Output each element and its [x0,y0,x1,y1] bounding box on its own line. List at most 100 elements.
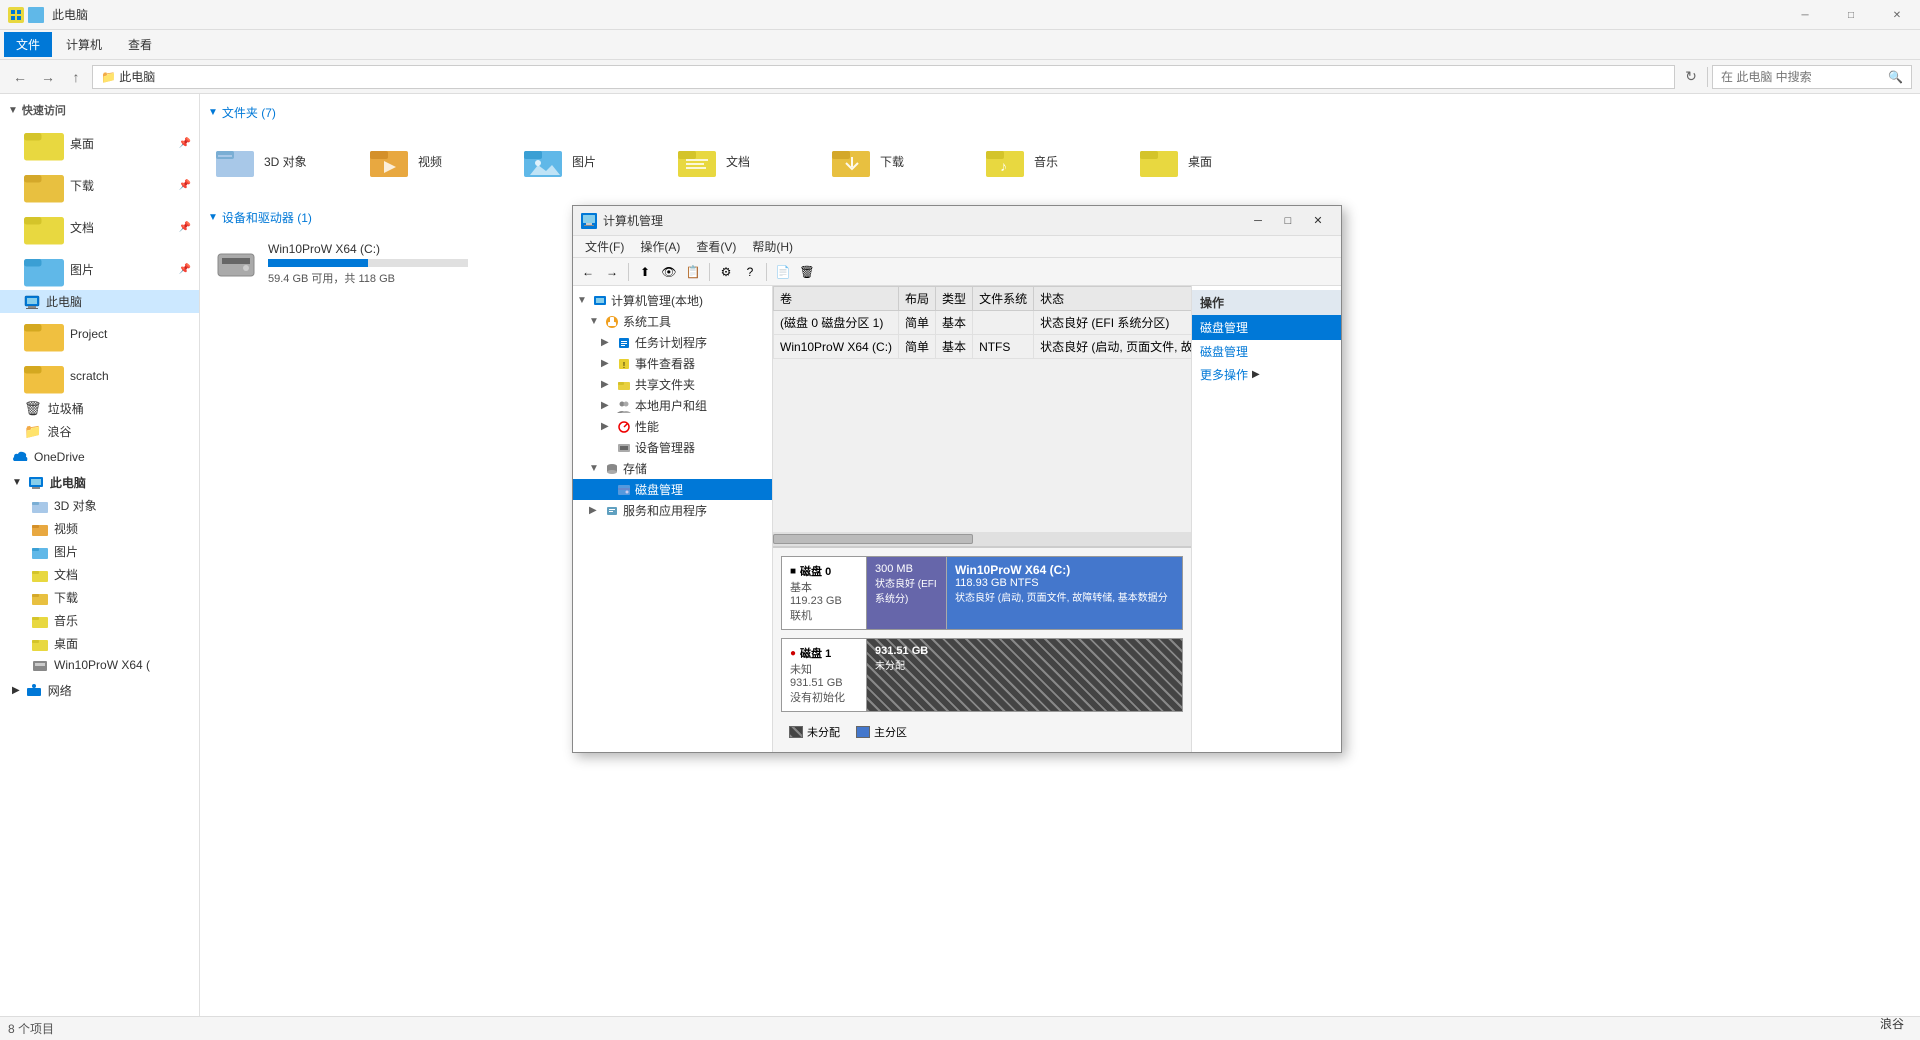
folder-downloads[interactable]: 下载 [824,131,974,191]
search-box[interactable]: 🔍 [1712,65,1912,89]
ribbon-tab-view[interactable]: 查看 [116,32,164,57]
disk-1-unalloc[interactable]: 931.51 GB 未分配 [867,639,1182,711]
cm-tree-task-scheduler[interactable]: ▶ 任务计划程序 [573,332,772,353]
sidebar-item-onedrive[interactable]: OneDrive [0,447,199,467]
ribbon: 文件 计算机 查看 [0,30,1920,60]
sidebar-item-3d-objects[interactable]: 3D 对象 [0,494,199,517]
row-layout: 简单 [899,335,936,359]
sidebar-quick-access-header[interactable]: ▼ 快速访问 [0,98,199,122]
row-layout: 简单 [899,311,936,335]
cm-action-more[interactable]: 更多操作 ▶ [1192,363,1341,386]
ribbon-tab-file[interactable]: 文件 [4,32,52,57]
back-button[interactable]: ← [8,65,32,89]
disk-0-efi-part[interactable]: 300 MB 状态良好 (EFI 系统分) [867,557,947,629]
sidebar-item-documents[interactable]: 文档 📌 [0,206,199,248]
sidebar-item-music[interactable]: 音乐 [0,609,199,632]
row-vol: Win10ProW X64 (C:) [774,335,899,359]
folders-section-header[interactable]: ▼ 文件夹 (7) [208,102,1912,123]
folder-music-icon: ♪ [986,143,1026,179]
cm-scroll-thumb[interactable] [773,534,973,544]
cm-close-btn[interactable]: ✕ [1303,206,1333,236]
sidebar-item-desktop[interactable]: 桌面 📌 [0,122,199,164]
cm-tool-show[interactable]: 👁 [658,261,680,283]
search-icon[interactable]: 🔍 [1888,70,1903,84]
cm-tree-device-manager[interactable]: 设备管理器 [573,437,772,458]
sidebar-item-thispc[interactable]: 此电脑 [0,290,199,313]
col-vol: 卷 [774,287,899,311]
cm-menu-help[interactable]: 帮助(H) [744,236,801,257]
cm-menu-action[interactable]: 操作(A) [632,236,688,257]
cm-tree-services[interactable]: ▶ 服务和应用程序 [573,500,772,521]
cm-controls: ─ □ ✕ [1243,206,1333,236]
forward-button[interactable]: → [36,65,60,89]
cm-menu-file[interactable]: 文件(F) [577,236,632,257]
sidebar-item-pics[interactable]: 图片 [0,540,199,563]
table-row-efi[interactable]: (磁盘 0 磁盘分区 1) 简单 基本 状态良好 (EFI 系统分区) 300 … [774,311,1192,335]
search-input[interactable] [1721,70,1881,84]
folder-pictures-icon [524,143,564,179]
cm-tree-shared-folders[interactable]: ▶ 共享文件夹 [573,374,772,395]
minimize-button[interactable]: ─ [1782,0,1828,30]
row-vol: (磁盘 0 磁盘分区 1) [774,311,899,335]
folder-downloads-icon [832,143,872,179]
cm-tool-help[interactable]: ? [739,261,761,283]
sidebar-item-downloads[interactable]: 下载 📌 [0,164,199,206]
cm-menu-view[interactable]: 查看(V) [688,236,744,257]
maximize-button[interactable]: □ [1828,0,1874,30]
cm-tool-props[interactable]: ⚙ [715,261,737,283]
up-button[interactable]: ↑ [64,65,88,89]
cm-toolbar-sep1 [628,263,629,281]
row-fs [973,311,1034,335]
sidebar-item-videos[interactable]: 视频 [0,517,199,540]
cm-minimize-btn[interactable]: ─ [1243,206,1273,236]
disk-0-ntfs-part[interactable]: Win10ProW X64 (C:) 118.93 GB NTFS 状态良好 (… [947,557,1182,629]
row-fs: NTFS [973,335,1034,359]
cm-toolbar-sep2 [709,263,710,281]
sidebar-item-trash[interactable]: 🗑 垃圾桶 [0,397,199,420]
cm-tool-back[interactable]: ← [577,261,599,283]
ribbon-tab-computer[interactable]: 计算机 [54,32,114,57]
cm-legend: 未分配 主分区 [781,720,1183,744]
folder-music[interactable]: ♪ 音乐 [978,131,1128,191]
cm-tree-event-viewer[interactable]: ▶ ! 事件查看器 [573,353,772,374]
cm-action-disk-mgmt[interactable]: 磁盘管理 [1192,340,1341,363]
sidebar-item-thispc-nav[interactable]: ▼ 此电脑 [0,471,199,494]
folder-video-icon [370,143,410,179]
row-type: 基本 [936,311,973,335]
sidebar-item-c-drive[interactable]: Win10ProW X64 ( [0,655,199,675]
table-row-ntfs[interactable]: Win10ProW X64 (C:) 简单 基本 NTFS 状态良好 (启动, … [774,335,1192,359]
close-button[interactable]: ✕ [1874,0,1920,30]
cm-title-text: 计算机管理 [603,212,1243,229]
cm-tool-del[interactable]: 🗑 [796,261,818,283]
cm-tool-export[interactable]: 📋 [682,261,704,283]
sidebar-item-docs[interactable]: 文档 [0,563,199,586]
sidebar-item-project[interactable]: Project [0,313,199,355]
folder-documents[interactable]: 文档 [670,131,820,191]
cm-tool-new[interactable]: 📄 [772,261,794,283]
folder-pictures[interactable]: 图片 [516,131,666,191]
sidebar-item-pictures[interactable]: 图片 📌 [0,248,199,290]
sidebar-item-dl[interactable]: 下载 [0,586,199,609]
cm-toolbar: ← → ⬆ 👁 📋 ⚙ ? 📄 🗑 [573,258,1341,286]
cm-tree-storage[interactable]: ▼ 存储 [573,458,772,479]
folder-3d-objects[interactable]: 3D 对象 [208,131,358,191]
sidebar-item-scratch[interactable]: scratch [0,355,199,397]
cm-tree-system-tools[interactable]: ▼ 系统工具 [573,311,772,332]
cm-scroll-area[interactable] [773,532,1191,547]
sidebar-item-langgu[interactable]: 📁 浪谷 [0,420,199,443]
cm-tree-disk-management[interactable]: 磁盘管理 [573,479,772,500]
cm-tree-local-users[interactable]: ▶ 本地用户和组 [573,395,772,416]
cm-tree-performance[interactable]: ▶ 性能 [573,416,772,437]
cm-tree-root[interactable]: ▼ 计算机管理(本地) [573,290,772,311]
cm-maximize-btn[interactable]: □ [1273,206,1303,236]
refresh-button[interactable]: ↻ [1679,65,1703,89]
cm-tool-up[interactable]: ⬆ [634,261,656,283]
folder-video[interactable]: 视频 [362,131,512,191]
svg-text:♪: ♪ [1000,158,1007,174]
sidebar-item-network[interactable]: ▶ 网络 [0,679,199,702]
folder-desktop[interactable]: 桌面 [1132,131,1282,191]
disk-0-row: ■ 磁盘 0 基本 119.23 GB 联机 300 MB 状态良好 (EFI … [781,556,1183,630]
cm-tool-forward[interactable]: → [601,261,623,283]
sidebar-item-dsk[interactable]: 桌面 [0,632,199,655]
address-path[interactable]: 📁 此电脑 [92,65,1675,89]
